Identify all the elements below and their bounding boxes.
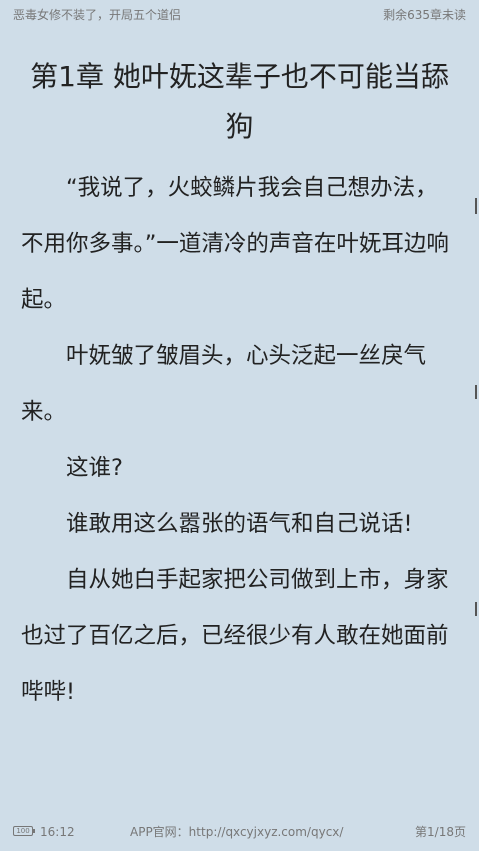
reader-status-bar-bottom: 100 16:12 APP官网：http://qxcyjxyz.com/qycx…: [13, 823, 466, 841]
paragraph: 自从她白手起家把公司做到上市，身家也过了百亿之后，已经很少有人敢在她面前哔哔!: [21, 567, 449, 705]
page-edge-mark: [475, 602, 477, 616]
paragraph: “我说了，火蛟鳞片我会自己想办法，不用你多事。”一道清冷的声音在叶妩耳边响起。: [21, 175, 449, 313]
clock: 16:12: [40, 825, 75, 839]
reader-content[interactable]: 第1章 她叶妩这辈子也不可能当舔狗 “我说了，火蛟鳞片我会自己想办法，不用你多事…: [21, 52, 458, 720]
paragraph: 谁敢用这么嚣张的语气和自己说话!: [66, 511, 413, 537]
book-title: 恶毒女修不装了，开局五个道侣: [13, 8, 182, 22]
chapter-title: 第1章 她叶妩这辈子也不可能当舔狗: [30, 60, 449, 143]
reader-status-bar-top: 恶毒女修不装了，开局五个道侣 剩余635章未读: [13, 6, 466, 24]
page-edge-mark: [475, 385, 477, 399]
battery-icon: 100: [13, 826, 35, 836]
remaining-chapters: 剩余635章未读: [383, 8, 466, 22]
paragraph: 叶妩皱了皱眉头，心头泛起一丝戾气来。: [21, 343, 427, 425]
page-edge-mark: [475, 198, 477, 214]
app-url: APP官网：http://qxcyjxyz.com/qycx/: [130, 825, 344, 839]
paragraph: 这谁?: [66, 455, 123, 481]
page-number: 第1/18页: [415, 825, 466, 839]
